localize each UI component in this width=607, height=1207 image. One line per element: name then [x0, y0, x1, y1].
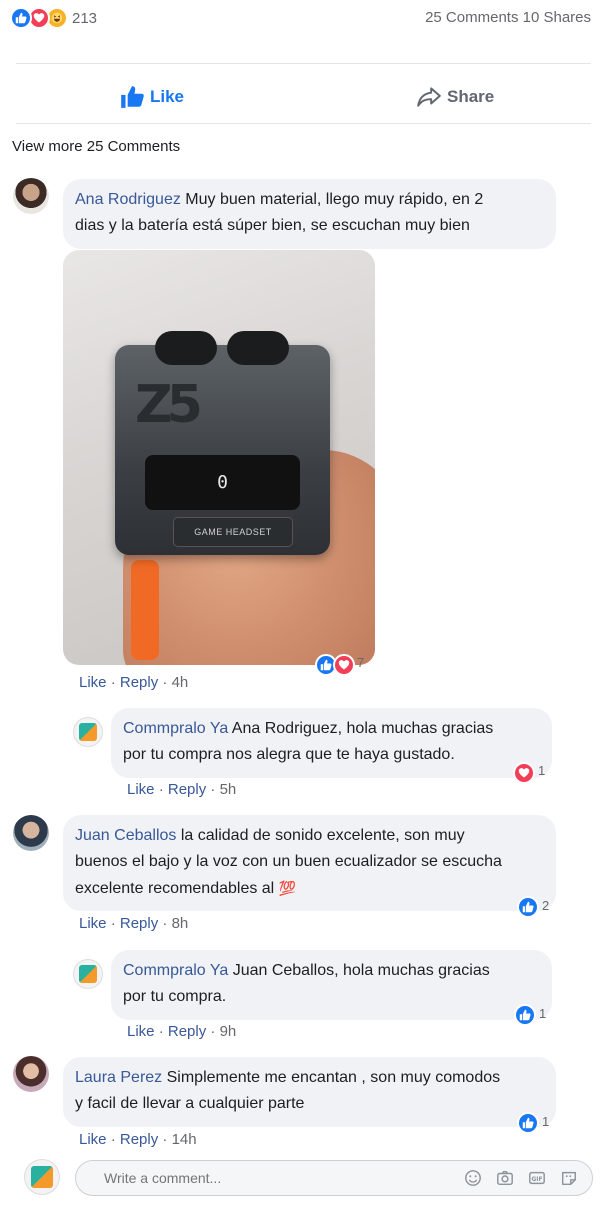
comment-photo[interactable]: Z5 0 GAME HEADSET	[63, 250, 375, 665]
like-link[interactable]: Like	[79, 915, 107, 932]
comment-time[interactable]: 5h	[220, 781, 237, 798]
comment-author[interactable]: Laura Perez	[75, 1069, 162, 1086]
watch-band-image	[131, 560, 159, 660]
comment-author[interactable]: Ana Rodriguez	[75, 191, 181, 208]
emoji-icon[interactable]	[462, 1167, 484, 1189]
love-reaction-icon	[333, 654, 355, 676]
earbud	[155, 331, 217, 365]
reply-link[interactable]: Reply	[120, 674, 158, 691]
like-reaction-icon	[517, 1112, 539, 1134]
comment-text: Simplemente me encantan , son muy comodo…	[166, 1069, 501, 1086]
like-link[interactable]: Like	[127, 1023, 155, 1040]
comment-reactions[interactable]: 1	[513, 762, 545, 784]
comment-time[interactable]: 14h	[172, 1131, 197, 1148]
avatar[interactable]	[13, 1056, 49, 1092]
comment-bubble: Commpralo Ya Ana Rodriguez, hola muchas …	[111, 708, 552, 778]
brand-logo-icon	[79, 723, 97, 741]
comment-text: buenos el bajo y la voz con un buen ecua…	[75, 853, 502, 870]
comment-text: por tu compra.	[123, 988, 227, 1005]
case-label: GAME HEADSET	[173, 517, 293, 547]
reaction-count: 213	[72, 9, 98, 27]
avatar[interactable]	[73, 959, 103, 989]
reaction-count: 7	[357, 654, 365, 670]
reaction-count: 2	[542, 897, 550, 913]
view-more-comments-link[interactable]: View more 25 Comments	[12, 138, 180, 155]
earbud	[227, 331, 289, 365]
comment-text: y facil de llevar a cualquier parte	[75, 1095, 305, 1112]
comment-bubble: Commpralo Ya Juan Ceballos, hola muchas …	[111, 950, 552, 1020]
comment-time[interactable]: 4h	[172, 674, 189, 691]
like-link[interactable]: Like	[127, 781, 155, 798]
like-link[interactable]: Like	[79, 1131, 107, 1148]
comments-shares-count[interactable]: 25 Comments 10 Shares	[425, 9, 591, 26]
comment-text: la calidad de sonido excelente, son muy	[180, 827, 465, 844]
like-reaction-icon	[514, 1004, 536, 1026]
comment-composer[interactable]: GIF	[75, 1160, 593, 1196]
divider	[16, 123, 591, 124]
like-reaction-icon	[10, 7, 32, 29]
avatar[interactable]	[73, 717, 103, 747]
reaction-count: 1	[542, 1113, 550, 1129]
comment-input[interactable]	[104, 1170, 462, 1186]
earbuds-case-image: Z5 0 GAME HEADSET	[115, 331, 330, 555]
comment-actions: Like · Reply · 5h	[127, 781, 237, 798]
gif-icon[interactable]: GIF	[526, 1167, 548, 1189]
comment-reactions[interactable]: 2	[517, 896, 549, 918]
case-logo: Z5	[135, 375, 203, 435]
camera-icon[interactable]	[494, 1167, 516, 1189]
brand-logo-icon	[79, 965, 97, 983]
current-user-avatar[interactable]	[24, 1159, 60, 1195]
composer-tools: GIF	[462, 1167, 580, 1189]
comment-text: Ana Rodriguez, hola muchas gracias	[231, 720, 494, 737]
thumbs-up-icon	[121, 86, 144, 108]
reply-link[interactable]: Reply	[168, 1023, 206, 1040]
hundred-points-emoji: 💯	[278, 880, 297, 896]
comment-reactions[interactable]: 1	[514, 1004, 546, 1026]
comment-reactions[interactable]: 1	[517, 1112, 549, 1134]
comment-text: Juan Ceballos, hola muchas gracias	[232, 962, 490, 979]
comment-author[interactable]: Commpralo Ya	[123, 962, 228, 979]
reaction-count: 1	[539, 1005, 547, 1021]
comment-time[interactable]: 9h	[220, 1023, 237, 1040]
sticker-icon[interactable]	[558, 1167, 580, 1189]
comment-text: dias y la batería está súper bien, se es…	[75, 217, 470, 234]
comment-text: excelente recomendables al	[75, 880, 275, 897]
comment-actions: Like · Reply · 4h	[79, 674, 189, 691]
battery-display: 0	[145, 455, 300, 510]
comment-bubble: Juan Ceballos la calidad de sonido excel…	[63, 815, 556, 911]
brand-logo-icon	[31, 1166, 53, 1188]
reply-link[interactable]: Reply	[168, 781, 206, 798]
gif-label: GIF	[532, 1177, 543, 1183]
comment-time[interactable]: 8h	[172, 915, 189, 932]
avatar[interactable]	[13, 178, 49, 214]
reaction-summary[interactable]: 213	[10, 7, 97, 29]
reply-link[interactable]: Reply	[120, 1131, 158, 1148]
comment-author[interactable]: Juan Ceballos	[75, 827, 176, 844]
like-button[interactable]: Like	[119, 84, 184, 110]
like-link[interactable]: Like	[79, 674, 107, 691]
divider	[16, 63, 591, 64]
comment-text: Muy buen material, llego muy rápido, en …	[185, 191, 484, 208]
reaction-count: 1	[538, 762, 546, 778]
reply-link[interactable]: Reply	[120, 915, 158, 932]
share-icon	[417, 87, 441, 107]
comment-actions: Like · Reply · 14h	[79, 1131, 197, 1148]
comment-author[interactable]: Commpralo Ya	[123, 720, 228, 737]
comment-text: por tu compra nos alegra que te haya gus…	[123, 746, 455, 763]
comment-bubble: Ana Rodriguez Muy buen material, llego m…	[63, 179, 556, 249]
share-button[interactable]: Share	[416, 84, 494, 110]
love-reaction-icon	[513, 762, 535, 784]
comment-reactions[interactable]: 7	[315, 654, 364, 676]
like-reaction-icon	[517, 896, 539, 918]
comment-actions: Like · Reply · 9h	[127, 1023, 237, 1040]
avatar[interactable]	[13, 815, 49, 851]
comment-actions: Like · Reply · 8h	[79, 915, 189, 932]
comment-bubble: Laura Perez Simplemente me encantan , so…	[63, 1057, 556, 1127]
